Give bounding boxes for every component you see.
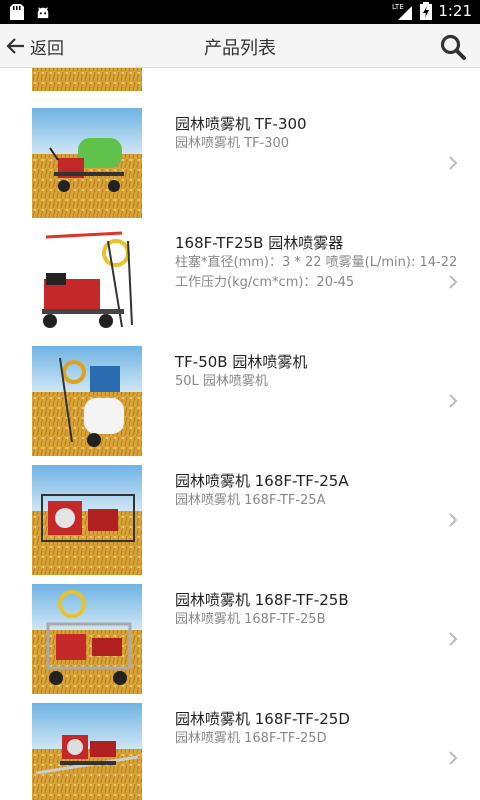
product-desc: 园林喷雾机 168F-TF-25A: [175, 493, 326, 508]
product-image: [32, 703, 142, 800]
list-item[interactable]: 168F-TF25B 园林喷雾器 柱塞*直径(mm)：3 * 22 喷雾量(L/…: [0, 227, 480, 346]
product-name: 园林喷雾机 168F-TF-25B: [175, 591, 349, 609]
product-image: [32, 346, 142, 456]
status-bar: LTE 1:21: [0, 0, 480, 24]
product-image: [32, 108, 142, 218]
chevron-right-icon: [449, 394, 458, 408]
list-item[interactable]: 园林喷雾机 TF-300 园林喷雾机 TF-300: [0, 108, 480, 227]
product-info: 园林喷雾机 168F-TF-25A 园林喷雾机 168F-TF-25A: [175, 471, 465, 511]
product-desc: 柱塞*直径(mm)：3 * 22 喷雾量(L/min): 14-22: [175, 255, 458, 270]
product-name: TF-50B 园林喷雾机: [175, 353, 308, 371]
product-desc: 园林喷雾机 168F-TF-25D: [175, 731, 327, 746]
chevron-right-icon: [449, 275, 458, 289]
list-item-partial[interactable]: [0, 68, 480, 100]
product-image: [32, 465, 142, 575]
chevron-right-icon: [449, 513, 458, 527]
product-info: 园林喷雾机 168F-TF-25B 园林喷雾机 168F-TF-25B: [175, 590, 465, 630]
product-name: 168F-TF25B 园林喷雾器: [175, 234, 344, 252]
page-title: 产品列表: [204, 38, 276, 59]
chevron-right-icon: [449, 156, 458, 170]
android-icon: [37, 7, 49, 19]
search-icon[interactable]: [440, 34, 466, 60]
product-name: 园林喷雾机 168F-TF-25A: [175, 472, 349, 490]
list-item[interactable]: 园林喷雾机 168F-TF-25B 园林喷雾机 168F-TF-25B: [0, 584, 480, 703]
battery-icon: [420, 2, 433, 20]
status-time: 1:21: [438, 2, 472, 20]
product-desc: 园林喷雾机 TF-300: [175, 136, 290, 151]
chevron-right-icon: [449, 751, 458, 765]
product-info: 168F-TF25B 园林喷雾器 柱塞*直径(mm)：3 * 22 喷雾量(L/…: [175, 233, 465, 293]
product-name: 园林喷雾机 168F-TF-25D: [175, 710, 350, 728]
product-desc: 园林喷雾机 168F-TF-25B: [175, 612, 326, 627]
product-image: [32, 68, 142, 91]
list-item[interactable]: 园林喷雾机 168F-TF-25D 园林喷雾机 168F-TF-25D: [0, 703, 480, 800]
sd-card-icon: [10, 4, 24, 20]
product-info: 园林喷雾机 168F-TF-25D 园林喷雾机 168F-TF-25D: [175, 709, 465, 749]
svg-text:LTE: LTE: [392, 3, 404, 11]
product-info: 园林喷雾机 TF-300 园林喷雾机 TF-300: [175, 114, 465, 154]
signal-icon: LTE: [392, 3, 413, 20]
product-image: [32, 227, 142, 337]
list-item[interactable]: TF-50B 园林喷雾机 50L 园林喷雾机: [0, 346, 480, 465]
top-app-bar: 返回 产品列表: [0, 24, 480, 68]
product-desc: 50L 园林喷雾机: [175, 374, 268, 389]
list-item[interactable]: 园林喷雾机 168F-TF-25A 园林喷雾机 168F-TF-25A: [0, 465, 480, 584]
product-list: 园林喷雾机 TF-300 园林喷雾机 TF-300 168F-TF25B 园林喷…: [0, 68, 480, 800]
product-image: [32, 584, 142, 694]
chevron-right-icon: [449, 632, 458, 646]
product-desc: 工作压力(kg/cm*cm)：20-45: [175, 275, 355, 290]
product-name: 园林喷雾机 TF-300: [175, 115, 307, 133]
product-info: TF-50B 园林喷雾机 50L 园林喷雾机: [175, 352, 465, 392]
